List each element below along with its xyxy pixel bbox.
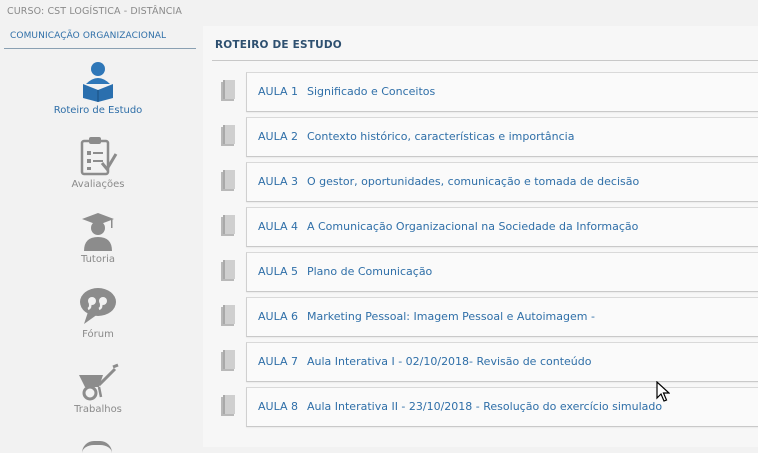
student-book-icon <box>83 62 113 102</box>
lesson-item[interactable]: AULA 4 A Comunicação Organizacional na So… <box>218 207 758 247</box>
lesson-link[interactable]: AULA 8 Aula Interativa II - 23/10/2018 - … <box>258 400 662 413</box>
mouse-cursor-icon <box>656 381 670 402</box>
lesson-link[interactable]: AULA 5 Plano de Comunicação <box>258 265 432 278</box>
lesson-link[interactable]: AULA 4 A Comunicação Organizacional na So… <box>258 220 638 233</box>
book-icon <box>221 215 235 236</box>
lesson-number: AULA 4 <box>258 220 298 233</box>
lesson-title: Contexto histórico, características e im… <box>306 130 575 143</box>
wheelbarrow-icon <box>79 363 119 401</box>
sidebar-item-trabalhos[interactable]: Trabalhos <box>28 363 168 433</box>
lesson-card[interactable]: AULA 4 A Comunicação Organizacional na So… <box>246 207 758 247</box>
lesson-link[interactable]: AULA 1 Significado e Conceitos <box>258 85 435 98</box>
lesson-card[interactable]: AULA 3 O gestor, oportunidades, comunicaç… <box>246 162 758 202</box>
lesson-card[interactable]: AULA 2 Contexto histórico, característica… <box>246 117 758 157</box>
lesson-card[interactable]: AULA 5 Plano de Comunicação <box>246 252 758 292</box>
lesson-link[interactable]: AULA 7 Aula Interativa I - 02/10/2018- Re… <box>258 355 591 368</box>
sidebar-item-label: Trabalhos <box>74 404 122 415</box>
lesson-number: AULA 3 <box>258 175 298 188</box>
page-title: ROTEIRO DE ESTUDO <box>215 39 342 51</box>
lesson-link[interactable]: AULA 2 Contexto histórico, característica… <box>258 130 574 143</box>
lesson-number: AULA 8 <box>258 400 298 413</box>
module-divider <box>4 48 196 49</box>
partial-nav-icon <box>82 441 112 453</box>
book-icon <box>221 305 235 326</box>
sidebar-item-forum[interactable]: Fórum <box>28 286 168 356</box>
lesson-item[interactable]: AULA 6 Marketing Pessoal: Imagem Pessoal … <box>218 297 758 337</box>
lesson-number: AULA 5 <box>258 265 298 278</box>
lesson-title: Aula Interativa I - 02/10/2018- Revisão … <box>306 355 592 368</box>
lesson-card[interactable]: AULA 7 Aula Interativa I - 02/10/2018- Re… <box>246 342 758 382</box>
book-icon <box>221 170 235 191</box>
sidebar-item-label: Roteiro de Estudo <box>53 105 143 116</box>
lesson-card[interactable]: AULA 1 Significado e Conceitos <box>246 72 758 112</box>
lesson-card[interactable]: AULA 6 Marketing Pessoal: Imagem Pessoal … <box>246 297 758 337</box>
lesson-number: AULA 7 <box>258 355 298 368</box>
main-content: ROTEIRO DE ESTUDO AULA 1 Significado e Co… <box>203 26 758 447</box>
lesson-item[interactable]: AULA 5 Plano de Comunicação <box>218 252 758 292</box>
sidebar-item-avaliacoes[interactable]: Avaliações <box>28 136 168 206</box>
lesson-title: O gestor, oportunidades, comunicação e t… <box>306 175 640 188</box>
sidebar-item-label: Avaliações <box>71 179 125 190</box>
lesson-link[interactable]: AULA 3 O gestor, oportunidades, comunicaç… <box>258 175 639 188</box>
sidebar-item-roteiro-de-estudo[interactable]: Roteiro de Estudo <box>28 60 168 130</box>
clipboard-check-icon <box>80 137 118 176</box>
lesson-item[interactable]: AULA 2 Contexto histórico, característica… <box>218 117 758 157</box>
lesson-number: AULA 6 <box>258 310 298 323</box>
book-icon <box>221 260 235 281</box>
lesson-number: AULA 1 <box>258 85 298 98</box>
lesson-item[interactable]: AULA 1 Significado e Conceitos <box>218 72 758 112</box>
course-label: CURSO: CST LOGÍSTICA - DISTÂNCIA <box>7 6 183 17</box>
lesson-item[interactable]: AULA 3 O gestor, oportunidades, comunicaç… <box>218 162 758 202</box>
book-icon <box>221 395 235 416</box>
lesson-link[interactable]: AULA 6 Marketing Pessoal: Imagem Pessoal … <box>258 310 595 323</box>
sidebar: COMUNICAÇÃO ORGANIZACIONAL Roteiro de Es… <box>0 26 196 447</box>
lesson-title: Aula Interativa II - 23/10/2018 - Resolu… <box>306 400 663 413</box>
lesson-title: A Comunicação Organizacional na Sociedad… <box>306 220 639 233</box>
lesson-title: Marketing Pessoal: Imagem Pessoal e Auto… <box>306 310 595 323</box>
book-icon <box>221 350 235 371</box>
sidebar-item-label: Fórum <box>82 329 114 340</box>
speech-bubble-icon <box>80 288 116 324</box>
lesson-item[interactable]: AULA 8 Aula Interativa II - 23/10/2018 - … <box>218 387 758 427</box>
module-title[interactable]: COMUNICAÇÃO ORGANIZACIONAL <box>10 31 166 41</box>
lesson-title: Plano de Comunicação <box>306 265 433 278</box>
sidebar-item-label: Tutoria <box>81 254 115 265</box>
book-icon <box>221 80 235 101</box>
graduate-icon <box>82 213 114 251</box>
lesson-number: AULA 2 <box>258 130 298 143</box>
title-divider <box>212 60 758 61</box>
lesson-item[interactable]: AULA 7 Aula Interativa I - 02/10/2018- Re… <box>218 342 758 382</box>
sidebar-item-tutoria[interactable]: Tutoria <box>28 211 168 281</box>
lesson-card[interactable]: AULA 8 Aula Interativa II - 23/10/2018 - … <box>246 387 758 427</box>
book-icon <box>221 125 235 146</box>
lesson-title: Significado e Conceitos <box>306 85 436 98</box>
